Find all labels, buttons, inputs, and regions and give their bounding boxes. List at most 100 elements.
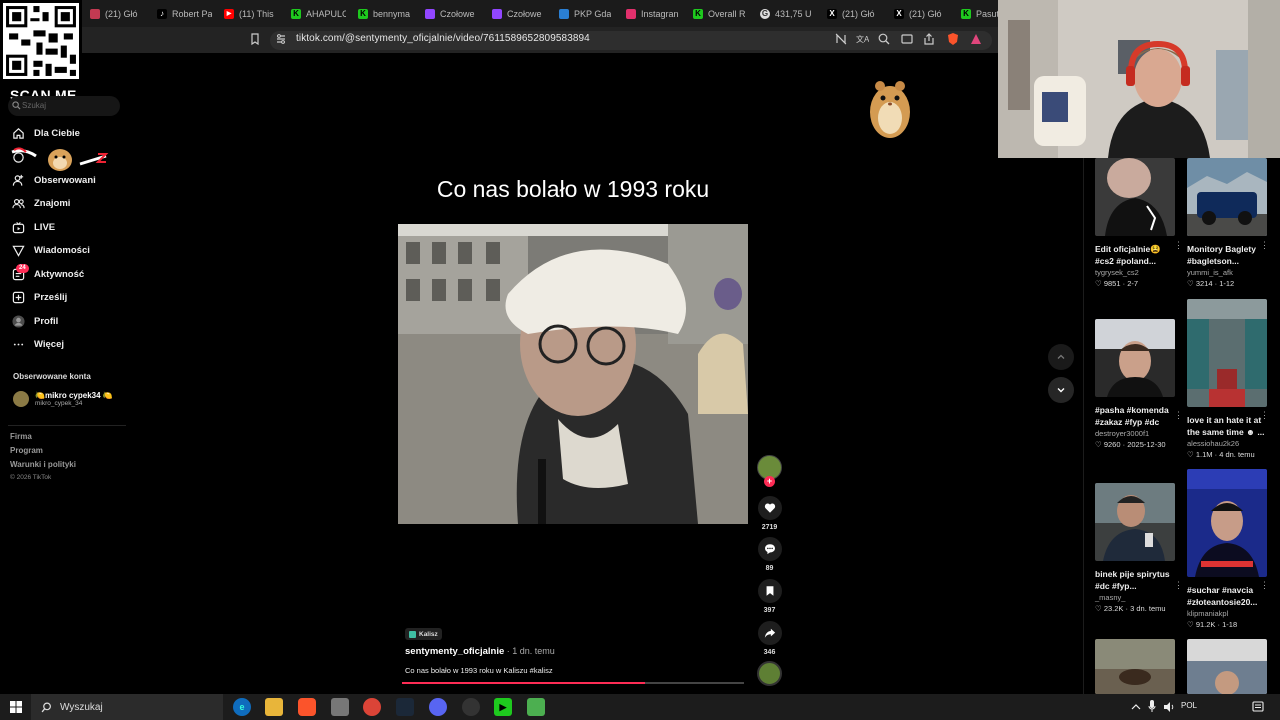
cast-icon[interactable] — [900, 32, 914, 46]
activity-badge: 24 — [16, 264, 29, 273]
browser-tab[interactable]: ♪ Robert Pa — [151, 3, 218, 25]
recommended-video-card[interactable]: #suchar #navcia #złoteantosie20... klipm… — [1187, 469, 1271, 629]
sidebar-item-following[interactable]: Obserwowani — [12, 171, 96, 189]
windows-start-icon[interactable] — [10, 701, 22, 713]
taskbar-search-label: Wyszukaj — [60, 701, 103, 713]
browser-tab[interactable]: G 431,75 U — [754, 3, 821, 25]
more-options-icon[interactable]: ⋮ — [1260, 410, 1269, 422]
language-indicator[interactable]: POL — [1181, 701, 1197, 710]
footer-link-company[interactable]: Firma — [10, 432, 32, 441]
music-disc-avatar[interactable] — [757, 661, 782, 686]
more-options-icon[interactable]: ⋮ — [1260, 580, 1269, 592]
steam-icon[interactable] — [396, 698, 414, 716]
video-card-title: Monitory Baglety #bagletson... — [1187, 244, 1256, 266]
chrome-icon[interactable] — [363, 698, 381, 716]
video-player[interactable] — [398, 224, 748, 524]
app-icon[interactable] — [331, 698, 349, 716]
followed-accounts-heading: Obserwowane konta — [13, 372, 91, 381]
copyright: © 2026 TikTok — [10, 474, 52, 481]
save-button[interactable]: 397 — [757, 579, 782, 614]
sidebar-item-friends[interactable]: Znajomi — [12, 194, 70, 212]
url-text[interactable]: tiktok.com/@sentymenty_oficjalnie/video/… — [296, 33, 590, 44]
google-favicon-icon: G — [760, 8, 770, 19]
location-tag[interactable]: Kalisz — [405, 628, 442, 640]
share-icon[interactable] — [922, 32, 936, 46]
recommended-video-card[interactable]: Edit oficjalnie😫 #cs2 #poland... tygryse… — [1095, 158, 1179, 288]
more-options-icon[interactable]: ⋮ — [1174, 580, 1183, 592]
notifications-icon[interactable] — [1252, 701, 1264, 713]
heart-icon — [764, 503, 775, 513]
author-name[interactable]: sentymenty_oficjalnie — [405, 646, 504, 657]
file-explorer-icon[interactable] — [265, 698, 283, 716]
recommended-video-card[interactable]: #pasha #komenda #zakaz #fyp #dc destroye… — [1095, 319, 1179, 449]
sidebar-item-label: Prześlij — [34, 291, 68, 303]
thumbnail-image — [1095, 319, 1175, 397]
kick-icon[interactable]: ▶ — [494, 698, 512, 716]
taskbar-search[interactable]: Wyszukaj — [31, 694, 223, 720]
bookmark-icon[interactable] — [248, 32, 262, 46]
video-card-meta: ♡ 23.2K · 3 dn. temu — [1095, 604, 1166, 613]
svg-text:文A: 文A — [856, 34, 869, 44]
site-settings-icon[interactable] — [274, 32, 288, 46]
browser-tab[interactable]: K Overall R — [687, 3, 754, 25]
more-options-icon[interactable]: ⋮ — [1260, 240, 1269, 252]
browser-tab[interactable]: K Pasut - V — [955, 3, 1000, 25]
sidebar-item-profile[interactable]: Profil — [12, 312, 58, 330]
sidebar-item-more[interactable]: Więcej — [12, 335, 64, 353]
twitch-favicon-icon — [492, 8, 502, 19]
browser-tab-strip: (21) Głó ♪ Robert Pa ▶ (11) This K AHAPULC … — [0, 0, 1000, 27]
recommended-video-card[interactable]: love it an hate it at the same time ☻ ..… — [1187, 299, 1271, 459]
sidebar-item-for-you[interactable]: Dla Ciebie — [12, 124, 80, 142]
more-options-icon[interactable]: ⋮ — [1174, 240, 1183, 252]
tab-label: 431,75 U — [775, 8, 812, 19]
browser-tab[interactable]: X (21) Głó — [888, 3, 955, 25]
browser-tab[interactable]: K AHAPULC — [285, 3, 352, 25]
discord-icon[interactable] — [429, 698, 447, 716]
browser-tab[interactable]: (21) Głó — [84, 3, 151, 25]
volume-icon[interactable] — [1163, 701, 1175, 713]
follow-plus-button[interactable]: + — [764, 476, 775, 487]
browser-tab[interactable]: X (21) Głó — [821, 3, 888, 25]
browser-tab[interactable]: PKP Gda — [553, 3, 620, 25]
recommended-video-card[interactable] — [1095, 639, 1179, 694]
next-video-button[interactable] — [1048, 377, 1074, 403]
previous-video-button[interactable] — [1048, 344, 1074, 370]
browser-tab[interactable]: Instagran — [620, 3, 687, 25]
browser-tab[interactable]: ▶ (11) This — [218, 3, 285, 25]
video-card-date: 2-7 — [1127, 279, 1139, 288]
comment-button[interactable]: 89 — [757, 537, 782, 572]
sidebar-item-upload[interactable]: Prześlij — [12, 288, 67, 306]
obs-icon[interactable] — [462, 698, 480, 716]
video-card-title: Edit oficjalnie😫 #cs2 #poland... — [1095, 244, 1161, 266]
tracking-off-icon[interactable] — [834, 32, 848, 46]
edge-icon[interactable]: e — [233, 698, 251, 716]
followed-account[interactable]: 🍋mikro cypek34 🍋 mikro_cypek_34 — [13, 391, 113, 407]
chevron-up-icon[interactable] — [1131, 703, 1141, 711]
brave-rewards-icon[interactable] — [969, 32, 983, 46]
zoom-icon[interactable] — [877, 32, 891, 46]
share-button[interactable]: 346 — [757, 621, 782, 656]
browser-tab[interactable]: Czołowe — [419, 3, 486, 25]
video-card-title: love it an hate it at the same time ☻ ..… — [1187, 415, 1265, 437]
browser-tab[interactable]: Kbennyma — [352, 3, 419, 25]
followed-account-handle: mikro_cypek_34 — [35, 400, 83, 407]
sidebar-item-label: Dla Ciebie — [34, 127, 80, 139]
footer-link-terms[interactable]: Warunki i polityki — [10, 460, 76, 469]
recommended-video-card[interactable]: binek pije spirytus #dc #fyp... _masny_ … — [1095, 483, 1179, 613]
recommended-video-card[interactable]: Monitory Baglety #bagletson... yummi_is_… — [1187, 158, 1271, 288]
browser-tab[interactable]: Czołowe — [486, 3, 553, 25]
microphone-icon[interactable] — [1148, 700, 1156, 713]
brave-browser-icon[interactable] — [298, 698, 316, 716]
tab-label: PKP Gda — [574, 8, 612, 19]
brave-shield-icon[interactable] — [946, 32, 960, 46]
sidebar-item-messages[interactable]: Wiadomości — [12, 241, 90, 259]
footer-link-program[interactable]: Program — [10, 446, 43, 455]
save-count: 397 — [763, 607, 776, 614]
kick-favicon-icon: K — [961, 8, 971, 19]
like-button[interactable]: 2719 — [757, 496, 782, 531]
app-icon[interactable] — [527, 698, 545, 716]
recommended-video-card[interactable] — [1187, 639, 1271, 694]
translate-icon[interactable]: 文A — [855, 32, 869, 46]
more-options-icon[interactable]: ⋮ — [1174, 410, 1183, 422]
sidebar-item-live[interactable]: LIVE — [12, 218, 55, 236]
